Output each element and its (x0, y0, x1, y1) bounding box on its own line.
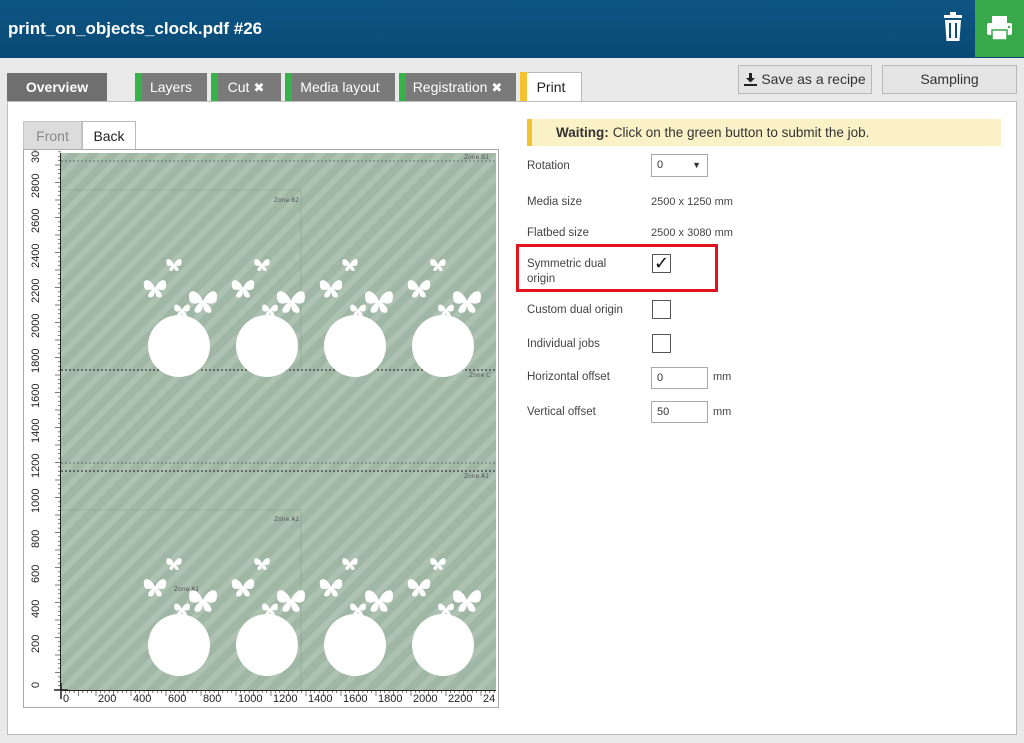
zone-label: Zone B1 (464, 154, 489, 161)
tab-status-bar (135, 73, 142, 101)
tab-cut[interactable]: Cut ✖ (211, 73, 281, 101)
flatbed-size-value: 2500 x 3080 mm (651, 227, 733, 239)
tab-status-bar (520, 72, 527, 102)
y-tick-label: 1800 (30, 349, 42, 373)
status-message: Click on the green button to submit the … (612, 125, 870, 140)
tab-label: Overview (25, 79, 89, 95)
trash-icon[interactable] (934, 8, 972, 48)
flatbed-preview[interactable]: Zone B1 Zone B2 Zone C Zone A1 Zone A2 Z… (23, 149, 499, 708)
individual-jobs-checkbox[interactable] (652, 334, 671, 353)
tab-label: Media layout (300, 79, 380, 95)
flatbed-size-label: Flatbed size (527, 227, 590, 239)
tab-registration[interactable]: Registration ✖ (399, 73, 516, 101)
vertical-offset-label: Vertical offset (527, 406, 596, 418)
y-tick-label: 600 (30, 565, 42, 583)
tab-status-bar (399, 73, 406, 101)
horizontal-offset-unit: mm (713, 371, 732, 383)
y-tick-label: 1600 (30, 384, 42, 408)
print-button[interactable] (975, 0, 1024, 57)
app-header: print_on_objects_clock.pdf #26 (0, 0, 1024, 58)
tab-layers[interactable]: Layers (135, 73, 207, 101)
y-tick-label: 2800 (30, 174, 42, 198)
chevron-down-icon: ▼ (692, 160, 701, 170)
x-tick-label: 1200 (273, 693, 297, 705)
x-tick-label: 0 (63, 693, 69, 705)
close-icon[interactable]: ✖ (491, 80, 502, 95)
individual-jobs-label: Individual jobs (527, 338, 600, 350)
y-tick-label: 400 (30, 600, 42, 618)
sampling-label: Sampling (920, 71, 979, 87)
y-tick-label: 2600 (30, 209, 42, 233)
zone-label: Zone A2 (274, 516, 299, 523)
tab-label: Registration (412, 79, 488, 95)
print-panel: Front Back Zone B1 Zone B2 Zone C Zone A… (7, 101, 1017, 735)
y-tick-label: 1400 (30, 419, 42, 443)
x-tick-label: 1400 (308, 693, 332, 705)
save-as-recipe-label: Save as a recipe (761, 71, 866, 87)
vertical-offset-input[interactable]: 50 (651, 401, 708, 423)
horizontal-offset-label: Horizontal offset (527, 371, 610, 383)
x-tick-label: 2200 (448, 693, 472, 705)
sampling-button[interactable]: Sampling (882, 65, 1017, 94)
x-tick-label: 200 (98, 693, 116, 705)
save-as-recipe-button[interactable]: Save as a recipe (738, 65, 872, 94)
rotation-label: Rotation (527, 160, 570, 172)
preview-tab-back[interactable]: Back (82, 121, 136, 150)
y-tick-label: 2000 (30, 314, 42, 338)
y-tick-label: 0 (30, 682, 42, 688)
rotation-value: 0 (657, 159, 664, 171)
x-tick-label: 1600 (343, 693, 367, 705)
custom-dual-origin-label: Custom dual origin (527, 304, 623, 316)
tab-overview[interactable]: Overview (7, 73, 107, 101)
tab-label: Print (536, 79, 566, 95)
y-tick-label: 1000 (30, 489, 42, 513)
custom-dual-origin-checkbox[interactable] (652, 300, 671, 319)
y-tick-label: 2200 (30, 279, 42, 303)
close-icon[interactable]: ✖ (253, 80, 264, 95)
job-title: print_on_objects_clock.pdf #26 (8, 19, 263, 38)
download-icon (744, 73, 758, 86)
vertical-offset-unit: mm (713, 406, 732, 418)
tab-print[interactable]: Print (520, 72, 582, 102)
status-banner: Waiting: Click on the green button to sub… (527, 119, 1001, 146)
x-tick-label: 2000 (413, 693, 437, 705)
tab-media-layout[interactable]: Media layout (285, 73, 395, 101)
y-tick-label: 3000 (30, 150, 42, 163)
flatbed-preview-drawing: Zone B1 Zone B2 Zone C Zone A1 Zone A2 Z… (24, 150, 498, 707)
preview-tab-front[interactable]: Front (23, 121, 82, 149)
x-tick-label: 800 (203, 693, 221, 705)
status-title: Waiting: (556, 125, 609, 140)
x-tick-label: 400 (133, 693, 151, 705)
horizontal-offset-input[interactable]: 0 (651, 367, 708, 389)
zone-label: Zone A1 (464, 473, 489, 480)
printer-icon (987, 16, 1012, 41)
tab-status-bar (285, 73, 292, 101)
tab-label: Layers (149, 79, 193, 95)
media-size-value: 2500 x 1250 mm (651, 196, 733, 208)
x-tick-label: 24 (483, 693, 495, 705)
x-tick-label: 600 (168, 693, 186, 705)
media-size-label: Media size (527, 196, 582, 208)
y-tick-label: 200 (30, 635, 42, 653)
y-tick-label: 2400 (30, 244, 42, 268)
y-tick-label: 800 (30, 530, 42, 548)
x-tick-label: 1000 (238, 693, 262, 705)
rotation-select[interactable]: 0 ▼ (651, 154, 708, 177)
zone-label: Zone B2 (274, 197, 299, 204)
zone-label: Zone C (469, 372, 490, 379)
x-tick-label: 1800 (378, 693, 402, 705)
tab-status-bar (211, 73, 218, 101)
tab-label: Cut (227, 79, 250, 95)
y-tick-label: 1200 (30, 454, 42, 478)
highlight-box (516, 244, 718, 292)
